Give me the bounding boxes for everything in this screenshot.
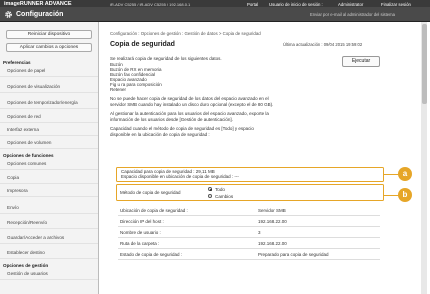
method-all-label: Todo bbox=[215, 186, 225, 192]
detail-label: Dirección IP del host : bbox=[120, 219, 164, 224]
smb-note-line2: servidor SMB cuando hay instalado un dis… bbox=[110, 101, 274, 107]
breadcrumb: Configuración : Opciones de gestión : Ge… bbox=[110, 31, 261, 36]
sidebar-item-volume[interactable]: Opciones de volumen bbox=[0, 138, 98, 149]
preferences-heading: Preferencias bbox=[3, 60, 31, 65]
callout-b: b bbox=[398, 188, 412, 202]
gear-icon bbox=[5, 11, 12, 18]
vertical-scrollbar[interactable] bbox=[421, 22, 427, 294]
device-name: iR-ADV C5255 / iR-ADV C5255 / 192.168.0.… bbox=[110, 1, 191, 7]
top-bar: imageRUNNER ADVANCE iR-ADV C5255 / iR-AD… bbox=[0, 0, 430, 7]
capacity-note-line1: Capacidad cuando el método de copia de s… bbox=[110, 126, 254, 131]
session-user-name: Administrator bbox=[338, 1, 364, 7]
method-all-radio[interactable] bbox=[208, 187, 213, 192]
management-heading: Opciones de gestión bbox=[3, 263, 49, 268]
detail-label: Ruta de la carpeta : bbox=[120, 241, 160, 246]
auth-note-line2: información de los usuarios desde [Gesti… bbox=[110, 116, 233, 122]
sidebar-item-paper[interactable]: Opciones de papel bbox=[0, 66, 98, 77]
list-item: Retener bbox=[110, 87, 127, 92]
capacity-note-line2: disponible en la ubicación de copia de s… bbox=[110, 131, 210, 137]
method-changes-label: Cambios bbox=[215, 193, 234, 199]
sidebar-item-network[interactable]: Opciones de red bbox=[0, 112, 98, 123]
last-update: Última actualización : 09/04 2015 19:59:… bbox=[283, 42, 363, 47]
backup-method-label: Método de copia de seguridad bbox=[120, 190, 181, 195]
sidebar-item-copy[interactable]: Copia bbox=[0, 173, 98, 184]
divider bbox=[118, 226, 380, 227]
functions-heading: Opciones de funciones bbox=[3, 153, 54, 158]
sidebar: Reiniciar dispositivo Aplicar cambios a … bbox=[0, 22, 99, 294]
portal-link[interactable]: Portal bbox=[247, 2, 258, 7]
callout-a: a bbox=[398, 167, 412, 181]
page-title: Copia de seguridad bbox=[110, 41, 175, 48]
sidebar-item-printer[interactable]: Impresora bbox=[0, 186, 98, 197]
scrollbar-thumb[interactable] bbox=[421, 24, 427, 104]
detail-label: Nombre de usuario : bbox=[120, 230, 161, 235]
page-heading: Configuración bbox=[16, 10, 64, 18]
detail-value: Preparado para copia de seguridad bbox=[258, 252, 329, 257]
intro-text: Se realizará copia de seguridad de los s… bbox=[110, 56, 222, 61]
sidebar-item-timer-energy[interactable]: Opciones de temporizador/energía bbox=[0, 98, 98, 109]
session-user-label: Usuario de inicio de sesión : bbox=[269, 1, 323, 7]
auth-note-line1: Al gestionar la autenticación para los u… bbox=[110, 111, 269, 116]
divider bbox=[118, 259, 380, 260]
sidebar-item-store-access[interactable]: Guardar/Acceder a archivos bbox=[0, 233, 98, 244]
sidebar-item-display[interactable]: Opciones de visualización bbox=[0, 82, 98, 93]
logout-link[interactable]: Finalizar sesión bbox=[381, 2, 411, 7]
execute-button[interactable]: Ejecutar bbox=[342, 56, 380, 67]
sidebar-item-common[interactable]: Opciones comunes bbox=[0, 159, 98, 170]
detail-value: 3 bbox=[258, 230, 261, 235]
detail-value: 192.168.22.00 bbox=[258, 241, 287, 246]
detail-label: Estado de copia de seguridad : bbox=[120, 252, 183, 257]
sidebar-item-receive-forward[interactable]: Recepción/Reenvío bbox=[0, 218, 98, 229]
detail-value: Servidor SMB bbox=[258, 208, 286, 213]
divider bbox=[118, 248, 380, 249]
detail-value: 192.168.22.00 bbox=[258, 219, 287, 224]
mail-admin-link[interactable]: Enviar por e-mail al administrador del s… bbox=[310, 12, 395, 17]
divider bbox=[118, 237, 380, 238]
apply-changes-button[interactable]: Aplicar cambios a opciones bbox=[6, 43, 92, 52]
detail-label: Ubicación de copia de seguridad : bbox=[120, 208, 188, 213]
title-bar: Configuración Enviar por e-mail al admin… bbox=[0, 7, 430, 22]
reboot-device-button[interactable]: Reiniciar dispositivo bbox=[6, 30, 92, 39]
divider bbox=[118, 215, 380, 216]
sidebar-item-external-interface[interactable]: Interfaz externa bbox=[0, 125, 98, 136]
smb-note-line1: No se puede hacer copia de seguridad de … bbox=[110, 96, 269, 101]
sidebar-item-send[interactable]: Envío bbox=[0, 203, 98, 214]
sidebar-item-user-management[interactable]: Gestión de usuarios bbox=[0, 269, 98, 280]
available-space-value: Espacio disponible en ubicación de copia… bbox=[121, 174, 239, 179]
sidebar-item-set-destination[interactable]: Establecer destino bbox=[0, 248, 98, 259]
capacity-value: Capacidad para copia de seguridad : 29,1… bbox=[121, 168, 215, 174]
